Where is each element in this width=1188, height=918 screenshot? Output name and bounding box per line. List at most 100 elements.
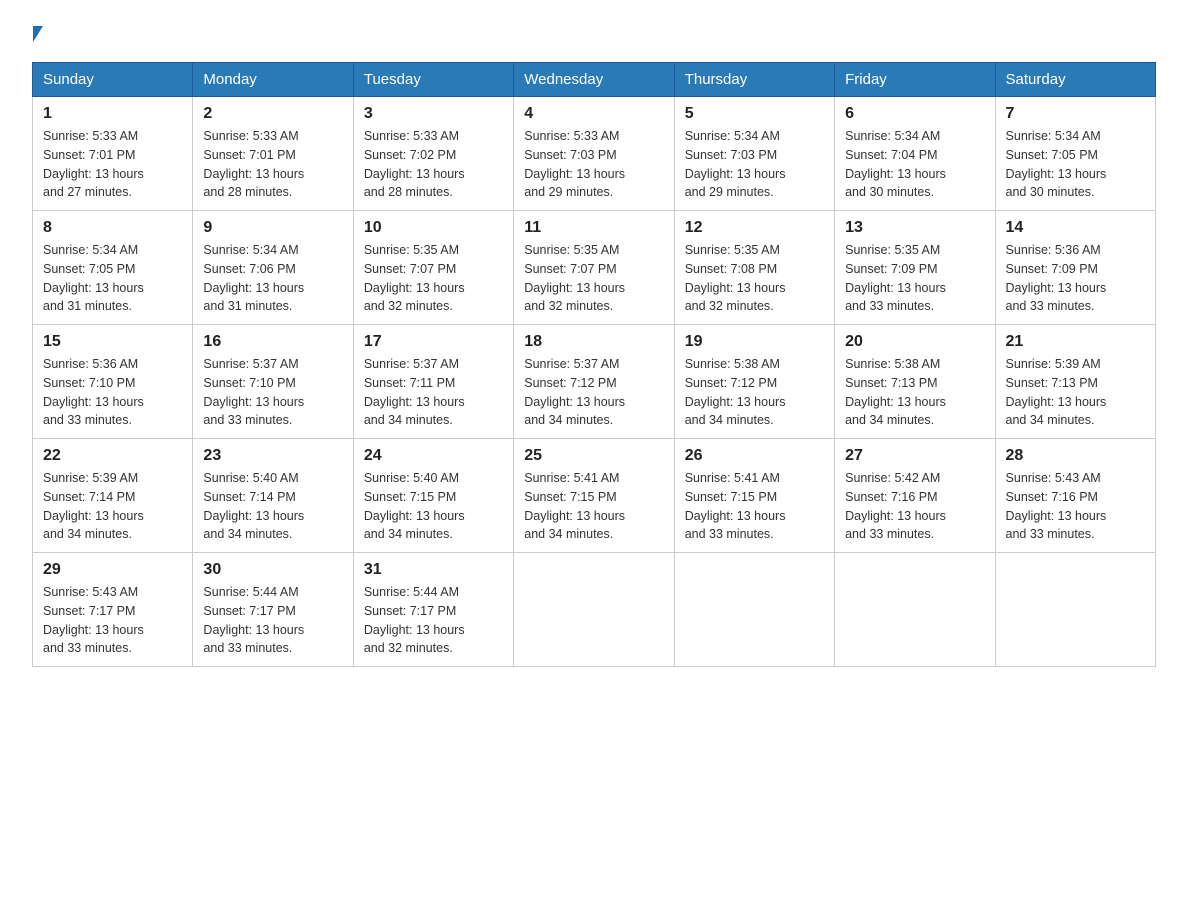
calendar-cell: 19Sunrise: 5:38 AMSunset: 7:12 PMDayligh…: [674, 325, 834, 439]
calendar-cell: 2Sunrise: 5:33 AMSunset: 7:01 PMDaylight…: [193, 97, 353, 211]
day-info: Sunrise: 5:44 AMSunset: 7:17 PMDaylight:…: [364, 583, 503, 658]
day-header-tuesday: Tuesday: [353, 63, 513, 97]
day-number: 30: [203, 561, 342, 579]
day-header-wednesday: Wednesday: [514, 63, 674, 97]
day-info: Sunrise: 5:35 AMSunset: 7:07 PMDaylight:…: [524, 241, 663, 316]
calendar-cell: [835, 553, 995, 667]
day-number: 18: [524, 333, 663, 351]
calendar-cell: 4 Sunrise: 5:33 AMSunset: 7:03 PMDaylight…: [514, 97, 674, 211]
calendar-cell: 20Sunrise: 5:38 AMSunset: 7:13 PMDayligh…: [835, 325, 995, 439]
day-number: 13: [845, 219, 984, 237]
calendar-cell: 29 Sunrise: 5:43 AMSunset: 7:17 PMDayligh…: [33, 553, 193, 667]
day-number: 20: [845, 333, 984, 351]
day-header-thursday: Thursday: [674, 63, 834, 97]
day-info: Sunrise: 5:36 AMSunset: 7:09 PMDaylight:…: [1006, 241, 1145, 316]
day-number: 2: [203, 105, 342, 123]
day-number: 31: [364, 561, 503, 579]
calendar-cell: 22Sunrise: 5:39 AMSunset: 7:14 PMDayligh…: [33, 439, 193, 553]
day-number: 8: [43, 219, 182, 237]
day-info: Sunrise: 5:39 AMSunset: 7:13 PMDaylight:…: [1006, 355, 1145, 430]
day-number: 29: [43, 561, 182, 579]
day-number: 21: [1006, 333, 1145, 351]
day-info: Sunrise: 5:35 AMSunset: 7:09 PMDaylight:…: [845, 241, 984, 316]
day-info: Sunrise: 5:40 AMSunset: 7:15 PMDaylight:…: [364, 469, 503, 544]
day-info: Sunrise: 5:34 AMSunset: 7:05 PMDaylight:…: [43, 241, 182, 316]
day-info: Sunrise: 5:37 AMSunset: 7:12 PMDaylight:…: [524, 355, 663, 430]
calendar-cell: 21 Sunrise: 5:39 AMSunset: 7:13 PMDayligh…: [995, 325, 1155, 439]
day-number: 12: [685, 219, 824, 237]
day-number: 6: [845, 105, 984, 123]
calendar-cell: 25 Sunrise: 5:41 AMSunset: 7:15 PMDayligh…: [514, 439, 674, 553]
calendar-cell: 30 Sunrise: 5:44 AMSunset: 7:17 PMDayligh…: [193, 553, 353, 667]
day-info: Sunrise: 5:36 AMSunset: 7:10 PMDaylight:…: [43, 355, 182, 430]
calendar-cell: 24 Sunrise: 5:40 AMSunset: 7:15 PMDayligh…: [353, 439, 513, 553]
calendar-cell: 18 Sunrise: 5:37 AMSunset: 7:12 PMDayligh…: [514, 325, 674, 439]
calendar-cell: 6 Sunrise: 5:34 AMSunset: 7:04 PMDaylight…: [835, 97, 995, 211]
day-info: Sunrise: 5:37 AMSunset: 7:10 PMDaylight:…: [203, 355, 342, 430]
day-number: 3: [364, 105, 503, 123]
day-info: Sunrise: 5:39 AMSunset: 7:14 PMDaylight:…: [43, 469, 182, 544]
calendar-cell: [995, 553, 1155, 667]
calendar-cell: 12 Sunrise: 5:35 AMSunset: 7:08 PMDayligh…: [674, 211, 834, 325]
day-number: 7: [1006, 105, 1145, 123]
day-header-friday: Friday: [835, 63, 995, 97]
day-info: Sunrise: 5:43 AMSunset: 7:16 PMDaylight:…: [1006, 469, 1145, 544]
day-info: Sunrise: 5:34 AMSunset: 7:03 PMDaylight:…: [685, 127, 824, 202]
day-number: 15: [43, 333, 182, 351]
day-number: 4: [524, 105, 663, 123]
calendar-cell: 17 Sunrise: 5:37 AMSunset: 7:11 PMDayligh…: [353, 325, 513, 439]
calendar-cell: 31 Sunrise: 5:44 AMSunset: 7:17 PMDayligh…: [353, 553, 513, 667]
day-info: Sunrise: 5:34 AMSunset: 7:05 PMDaylight:…: [1006, 127, 1145, 202]
day-number: 27: [845, 447, 984, 465]
calendar-cell: [674, 553, 834, 667]
day-info: Sunrise: 5:43 AMSunset: 7:17 PMDaylight:…: [43, 583, 182, 658]
logo-triangle-icon: [33, 26, 43, 42]
calendar-cell: 16Sunrise: 5:37 AMSunset: 7:10 PMDayligh…: [193, 325, 353, 439]
calendar-cell: 27 Sunrise: 5:42 AMSunset: 7:16 PMDayligh…: [835, 439, 995, 553]
day-number: 23: [203, 447, 342, 465]
day-info: Sunrise: 5:44 AMSunset: 7:17 PMDaylight:…: [203, 583, 342, 658]
day-info: Sunrise: 5:34 AMSunset: 7:04 PMDaylight:…: [845, 127, 984, 202]
day-info: Sunrise: 5:34 AMSunset: 7:06 PMDaylight:…: [203, 241, 342, 316]
calendar-cell: 13 Sunrise: 5:35 AMSunset: 7:09 PMDayligh…: [835, 211, 995, 325]
day-header-saturday: Saturday: [995, 63, 1155, 97]
calendar-cell: 11 Sunrise: 5:35 AMSunset: 7:07 PMDayligh…: [514, 211, 674, 325]
day-number: 24: [364, 447, 503, 465]
calendar-cell: 10Sunrise: 5:35 AMSunset: 7:07 PMDayligh…: [353, 211, 513, 325]
day-info: Sunrise: 5:35 AMSunset: 7:08 PMDaylight:…: [685, 241, 824, 316]
day-info: Sunrise: 5:41 AMSunset: 7:15 PMDaylight:…: [524, 469, 663, 544]
day-info: Sunrise: 5:33 AMSunset: 7:02 PMDaylight:…: [364, 127, 503, 202]
calendar-cell: 3 Sunrise: 5:33 AMSunset: 7:02 PMDaylight…: [353, 97, 513, 211]
day-header-monday: Monday: [193, 63, 353, 97]
day-number: 25: [524, 447, 663, 465]
calendar-cell: [514, 553, 674, 667]
calendar-header-row: SundayMondayTuesdayWednesdayThursdayFrid…: [33, 63, 1156, 97]
calendar-cell: 1Sunrise: 5:33 AMSunset: 7:01 PMDaylight…: [33, 97, 193, 211]
day-header-sunday: Sunday: [33, 63, 193, 97]
day-number: 19: [685, 333, 824, 351]
calendar-week-row: 15 Sunrise: 5:36 AMSunset: 7:10 PMDayligh…: [33, 325, 1156, 439]
day-number: 10: [364, 219, 503, 237]
calendar-cell: 7 Sunrise: 5:34 AMSunset: 7:05 PMDaylight…: [995, 97, 1155, 211]
calendar-cell: 9 Sunrise: 5:34 AMSunset: 7:06 PMDaylight…: [193, 211, 353, 325]
day-info: Sunrise: 5:37 AMSunset: 7:11 PMDaylight:…: [364, 355, 503, 430]
calendar-week-row: 29 Sunrise: 5:43 AMSunset: 7:17 PMDayligh…: [33, 553, 1156, 667]
day-number: 26: [685, 447, 824, 465]
day-number: 17: [364, 333, 503, 351]
page-header: [32, 24, 1156, 42]
day-number: 28: [1006, 447, 1145, 465]
calendar-week-row: 8 Sunrise: 5:34 AMSunset: 7:05 PMDaylight…: [33, 211, 1156, 325]
calendar-cell: 23 Sunrise: 5:40 AMSunset: 7:14 PMDayligh…: [193, 439, 353, 553]
day-info: Sunrise: 5:40 AMSunset: 7:14 PMDaylight:…: [203, 469, 342, 544]
calendar-week-row: 22Sunrise: 5:39 AMSunset: 7:14 PMDayligh…: [33, 439, 1156, 553]
calendar-cell: 28 Sunrise: 5:43 AMSunset: 7:16 PMDayligh…: [995, 439, 1155, 553]
day-info: Sunrise: 5:42 AMSunset: 7:16 PMDaylight:…: [845, 469, 984, 544]
calendar-cell: 15 Sunrise: 5:36 AMSunset: 7:10 PMDayligh…: [33, 325, 193, 439]
day-number: 14: [1006, 219, 1145, 237]
day-info: Sunrise: 5:41 AMSunset: 7:15 PMDaylight:…: [685, 469, 824, 544]
day-info: Sunrise: 5:33 AMSunset: 7:03 PMDaylight:…: [524, 127, 663, 202]
calendar-table: SundayMondayTuesdayWednesdayThursdayFrid…: [32, 62, 1156, 667]
day-number: 11: [524, 219, 663, 237]
day-number: 9: [203, 219, 342, 237]
calendar-cell: 26 Sunrise: 5:41 AMSunset: 7:15 PMDayligh…: [674, 439, 834, 553]
